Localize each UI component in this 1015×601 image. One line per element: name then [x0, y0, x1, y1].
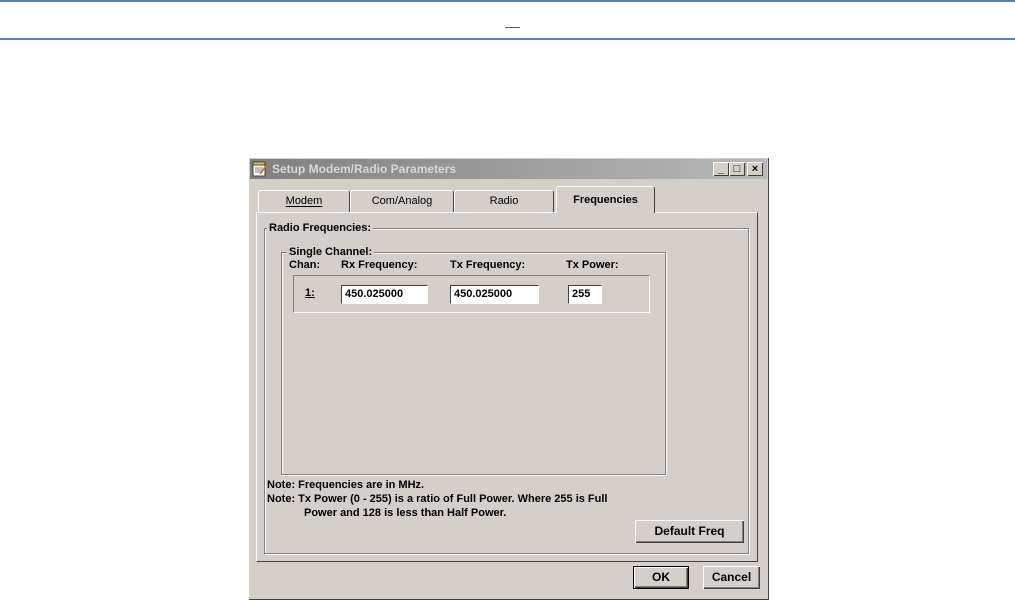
minimize-button[interactable]: _ — [713, 162, 729, 176]
tab-modem[interactable]: Modem — [258, 190, 350, 212]
header-mark — [505, 27, 520, 28]
header-bottom-rule — [0, 38, 1015, 40]
tab-radio[interactable]: Radio — [454, 190, 554, 212]
tab-com-analog-label: Com/Analog — [371, 195, 433, 207]
setup-dialog: Setup Modem/Radio Parameters _ □ × Modem… — [248, 157, 769, 600]
notepad-icon — [252, 161, 267, 177]
tab-frequencies[interactable]: Frequencies — [556, 186, 655, 213]
rx-frequency-header: Rx Frequency: — [341, 259, 418, 271]
maximize-button[interactable]: □ — [729, 162, 745, 176]
close-button[interactable]: × — [747, 162, 763, 176]
header-top-rule — [0, 0, 1015, 2]
tab-com-analog[interactable]: Com/Analog — [350, 190, 454, 212]
radio-frequencies-label: Radio Frequencies: — [267, 222, 374, 234]
channel-number: 1: — [305, 287, 315, 299]
cancel-button[interactable]: Cancel — [703, 566, 760, 589]
tab-radio-label: Radio — [489, 195, 519, 207]
chan-header: Chan: — [289, 259, 321, 271]
default-freq-button[interactable]: Default Freq — [635, 520, 744, 543]
tx-frequency-input[interactable]: 450.025000 — [450, 285, 539, 304]
ok-button[interactable]: OK — [633, 566, 689, 589]
tx-power-input[interactable]: 255 — [568, 285, 602, 304]
tab-modem-label: Modem — [285, 195, 323, 207]
single-channel-label: Single Channel: — [287, 246, 375, 258]
note-frequencies: Note: Frequencies are in MHz. — [267, 479, 425, 491]
window-title: Setup Modem/Radio Parameters — [272, 162, 457, 176]
rx-frequency-input[interactable]: 450.025000 — [341, 285, 428, 304]
tx-frequency-header: Tx Frequency: — [450, 259, 526, 271]
note-tx-power-cont: Power and 128 is less than Half Power. — [304, 507, 507, 519]
tab-frequencies-label: Frequencies — [573, 194, 638, 206]
note-tx-power: Note: Tx Power (0 - 255) is a ratio of F… — [267, 493, 608, 505]
frequencies-panel: Radio Frequencies: Single Channel: Chan:… — [256, 212, 758, 562]
tx-power-header: Tx Power: — [566, 259, 619, 271]
title-bar[interactable]: Setup Modem/Radio Parameters _ □ × — [250, 159, 767, 179]
